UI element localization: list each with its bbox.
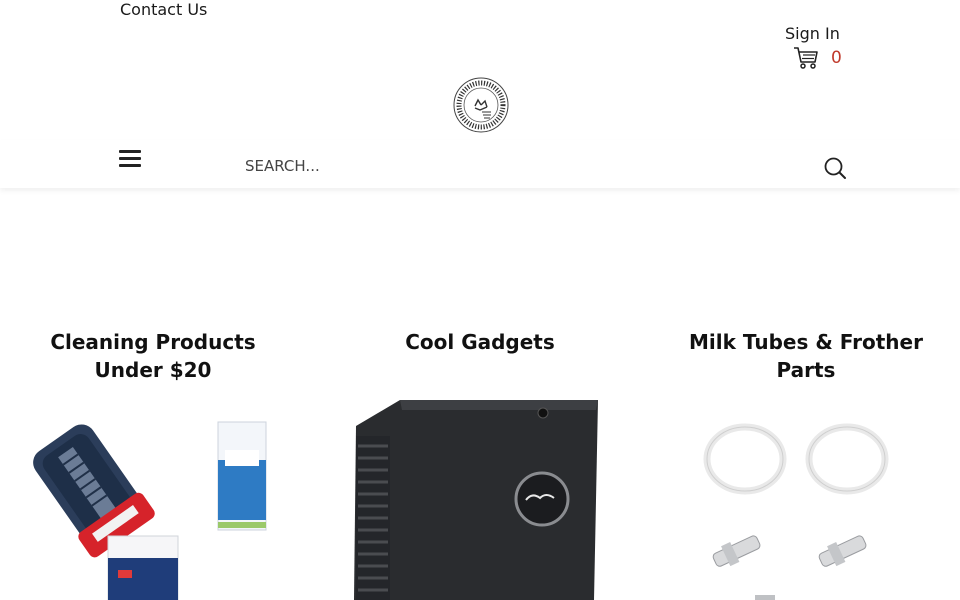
- category-title: Cleaning Products Under $20: [50, 330, 256, 382]
- category-milk-tubes[interactable]: Milk Tubes & Frother Parts: [676, 328, 936, 384]
- search-input[interactable]: [240, 152, 800, 180]
- category-title: Milk Tubes & Frother Parts: [689, 330, 923, 382]
- shopping-cart-icon: [794, 47, 818, 69]
- hamburger-menu-icon[interactable]: [119, 150, 141, 168]
- category-cleaning-products[interactable]: Cleaning Products Under $20: [23, 328, 283, 384]
- cart-count-badge: 0: [831, 48, 842, 68]
- category-title: Cool Gadgets: [405, 330, 555, 354]
- cart-button[interactable]: 0: [793, 46, 842, 70]
- magnifier-icon[interactable]: [823, 156, 847, 180]
- sign-in-link[interactable]: Sign In: [785, 24, 840, 43]
- milk-tubes-image[interactable]: [695, 410, 905, 600]
- cool-gadgets-image[interactable]: [350, 396, 605, 600]
- cleaning-products-image[interactable]: [20, 410, 280, 600]
- header-search-bar: [0, 140, 960, 188]
- contact-us-link[interactable]: Contact Us: [120, 0, 207, 19]
- site-logo[interactable]: [452, 76, 510, 134]
- category-cool-gadgets[interactable]: Cool Gadgets: [350, 328, 610, 356]
